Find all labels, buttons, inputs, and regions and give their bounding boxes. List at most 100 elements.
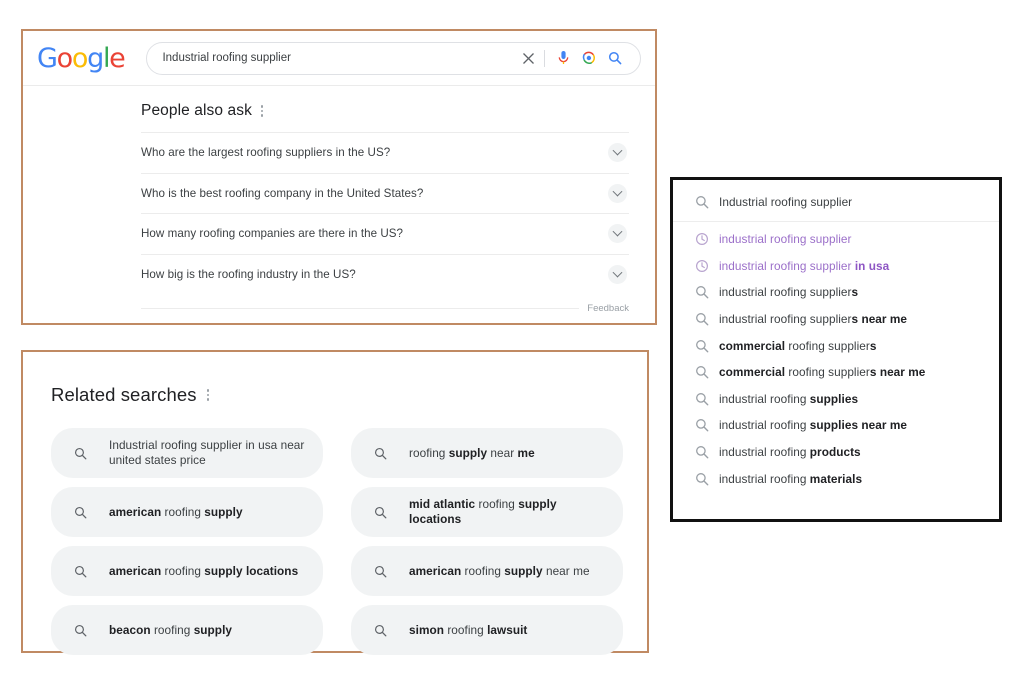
- search-icon: [685, 312, 719, 326]
- related-chip[interactable]: american roofing supply locations: [51, 546, 323, 596]
- autocomplete-suggestion-list: industrial roofing supplier industrial ro…: [673, 226, 999, 492]
- autocomplete-suggestion-text: industrial roofing suppliers near me: [719, 312, 908, 327]
- autocomplete-suggestion-row[interactable]: commercial roofing suppliers: [673, 332, 999, 359]
- related-chip-label: mid atlantic roofing supply locations: [409, 497, 557, 526]
- search-icon: [685, 339, 719, 353]
- google-lens-icon[interactable]: [576, 47, 602, 69]
- related-chip-label: american roofing supply locations: [109, 563, 299, 578]
- search-icon: [351, 565, 409, 578]
- autocomplete-suggestion-text: industrial roofing supplies: [719, 391, 859, 406]
- more-options-icon[interactable]: [206, 389, 209, 401]
- autocomplete-query-row[interactable]: Industrial roofing supplier: [673, 186, 999, 217]
- autocomplete-suggestion-row[interactable]: industrial roofing supplier: [673, 226, 999, 253]
- search-icon: [685, 445, 719, 459]
- related-searches-card: Related searches Industrial roofing supp…: [21, 350, 649, 655]
- related-chip-label: Industrial roofing supplier in usa near …: [109, 438, 305, 467]
- related-chip[interactable]: simon roofing lawsuit: [351, 605, 623, 655]
- paa-question-item[interactable]: Who is the best roofing company in the U…: [141, 172, 629, 214]
- history-clock-icon: [685, 232, 719, 246]
- search-icon: [51, 624, 109, 637]
- search-icon[interactable]: [602, 47, 628, 69]
- paa-title-row: People also ask: [45, 86, 633, 132]
- autocomplete-suggestion-row[interactable]: industrial roofing supplies near me: [673, 412, 999, 439]
- logo-letter-g1: G: [37, 42, 58, 74]
- microphone-icon[interactable]: [550, 47, 576, 69]
- autocomplete-suggestion-text: commercial roofing suppliers near me: [719, 365, 926, 380]
- related-chip[interactable]: Industrial roofing supplier in usa near …: [51, 428, 323, 478]
- autocomplete-suggestion-row[interactable]: industrial roofing products: [673, 439, 999, 466]
- related-chip[interactable]: mid atlantic roofing supply locations: [351, 487, 623, 537]
- search-icon: [685, 472, 719, 486]
- paa-question-item[interactable]: How many roofing companies are there in …: [141, 213, 629, 254]
- autocomplete-suggestion-text: industrial roofing supplier: [719, 232, 852, 247]
- logo-letter-g2: g: [87, 42, 104, 74]
- paa-question-text: Who are the largest roofing suppliers in…: [141, 146, 391, 160]
- related-chip-label: american roofing supply near me: [409, 563, 590, 578]
- autocomplete-suggestion-row[interactable]: commercial roofing suppliers near me: [673, 359, 999, 386]
- chevron-down-icon[interactable]: [608, 143, 627, 163]
- related-chip[interactable]: roofing supply near me: [351, 428, 623, 478]
- search-icon: [685, 195, 719, 209]
- autocomplete-query-text: Industrial roofing supplier: [719, 194, 853, 209]
- autocomplete-suggestion-row[interactable]: industrial roofing suppliers: [673, 279, 999, 306]
- search-bar[interactable]: Industrial roofing supplier: [146, 41, 641, 75]
- icon-divider: [544, 49, 545, 67]
- search-icon: [351, 506, 409, 519]
- autocomplete-suggestion-text: industrial roofing supplies near me: [719, 418, 907, 433]
- autocomplete-suggestion-text: industrial roofing suppliers: [719, 285, 859, 300]
- paa-question-list: Who are the largest roofing suppliers in…: [45, 132, 633, 294]
- search-icon: [351, 624, 409, 637]
- paa-question-text: How many roofing companies are there in …: [141, 227, 404, 241]
- autocomplete-suggestion-row[interactable]: industrial roofing supplier in usa: [673, 253, 999, 280]
- chevron-down-icon[interactable]: [608, 264, 627, 284]
- related-chip[interactable]: beacon roofing supply: [51, 605, 323, 655]
- autocomplete-suggestion-text: industrial roofing products: [719, 445, 861, 460]
- search-icon: [351, 447, 409, 460]
- autocomplete-suggestion-row[interactable]: industrial roofing suppliers near me: [673, 306, 999, 333]
- history-clock-icon: [685, 259, 719, 273]
- logo-letter-e: e: [109, 42, 126, 74]
- logo-letter-o2: o: [71, 42, 89, 74]
- search-icon: [685, 418, 719, 432]
- feedback-link[interactable]: Feedback: [587, 303, 629, 314]
- search-icon: [51, 506, 109, 519]
- autocomplete-suggestion-row[interactable]: industrial roofing materials: [673, 465, 999, 492]
- related-chip-label: beacon roofing supply: [109, 622, 233, 637]
- related-searches-title: Related searches: [51, 384, 197, 405]
- paa-question-text: Who is the best roofing company in the U…: [141, 186, 424, 200]
- related-chip-label: american roofing supply: [109, 504, 243, 519]
- logo-letter-o1: o: [56, 42, 74, 74]
- related-title-row: Related searches: [23, 352, 647, 406]
- autocomplete-suggestion-text: commercial roofing suppliers: [719, 338, 877, 353]
- paa-question-item[interactable]: Who are the largest roofing suppliers in…: [141, 132, 629, 173]
- people-also-ask-section: People also ask Who are the largest roof…: [23, 86, 655, 314]
- google-logo[interactable]: Google: [37, 42, 126, 74]
- search-input[interactable]: Industrial roofing supplier: [147, 52, 515, 64]
- search-icon: [685, 285, 719, 299]
- feedback-row: Feedback: [45, 294, 633, 314]
- search-icon: [51, 565, 109, 578]
- related-chip[interactable]: american roofing supply: [51, 487, 323, 537]
- paa-question-text: How big is the roofing industry in the U…: [141, 267, 356, 281]
- paa-question-item[interactable]: How big is the roofing industry in the U…: [141, 253, 629, 295]
- close-icon[interactable]: [515, 47, 541, 69]
- autocomplete-suggestion-text: industrial roofing materials: [719, 471, 863, 486]
- related-chip-label: simon roofing lawsuit: [409, 622, 528, 637]
- related-chips-grid: Industrial roofing supplier in usa near …: [23, 406, 647, 655]
- serp-results-card: Google Industrial roofing supplier Peopl…: [21, 29, 657, 325]
- paa-title: People also ask: [141, 102, 252, 119]
- related-chip[interactable]: american roofing supply near me: [351, 546, 623, 596]
- more-options-icon[interactable]: [260, 105, 264, 117]
- feedback-divider: [141, 308, 580, 309]
- search-header: Google Industrial roofing supplier: [23, 31, 655, 85]
- autocomplete-suggestion-text: industrial roofing supplier in usa: [719, 258, 890, 273]
- related-chip-label: roofing supply near me: [409, 445, 535, 460]
- search-icon: [51, 447, 109, 460]
- chevron-down-icon[interactable]: [608, 183, 627, 203]
- search-bar-icons: [515, 47, 640, 69]
- search-icon: [685, 365, 719, 379]
- search-icon: [685, 392, 719, 406]
- chevron-down-icon[interactable]: [608, 224, 627, 244]
- autocomplete-suggestion-row[interactable]: industrial roofing supplies: [673, 386, 999, 413]
- autocomplete-dropdown-panel: Industrial roofing supplier industrial r…: [670, 177, 1002, 522]
